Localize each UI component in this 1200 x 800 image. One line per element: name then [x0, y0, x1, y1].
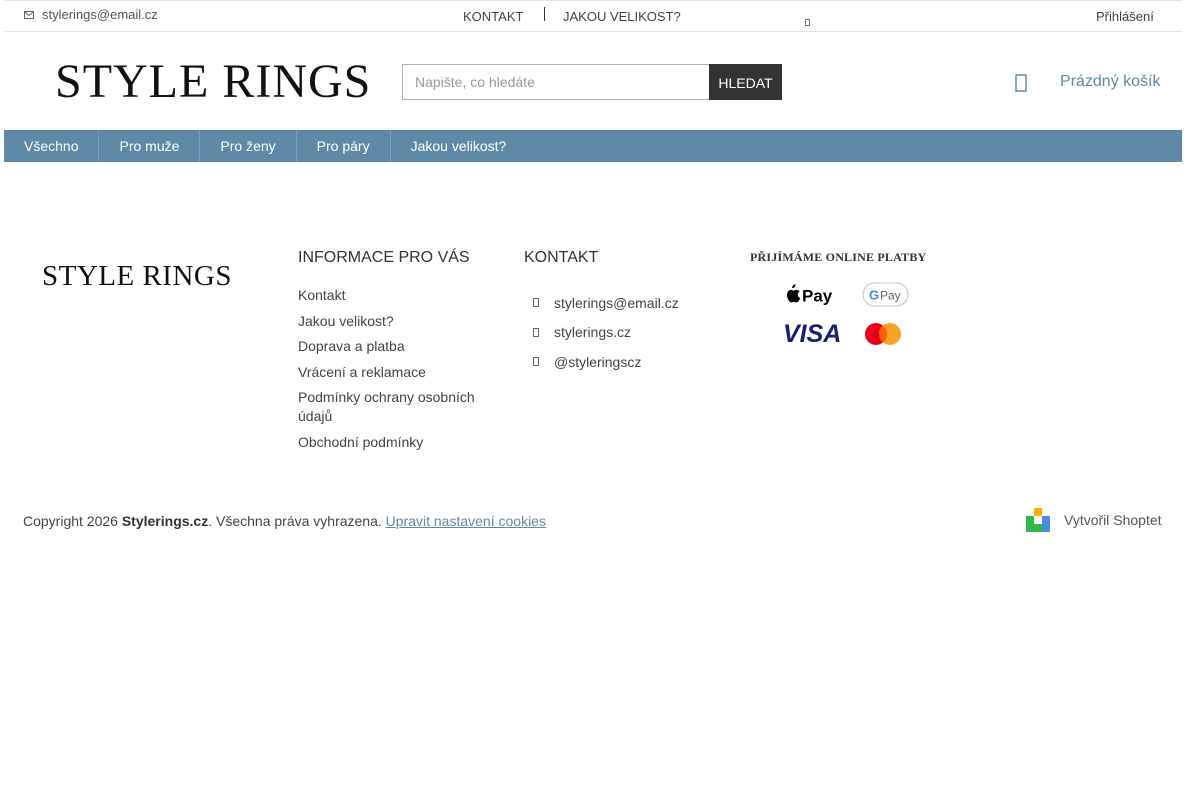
visa-logo: VISA — [783, 320, 841, 348]
topbar-contact-link[interactable]: KONTAKT — [463, 9, 523, 24]
apple-pay-text: Pay — [802, 287, 833, 306]
site-logo[interactable]: STYLE RINGS — [55, 58, 371, 106]
copyright: Copyright 2026 Stylerings.cz. Všechna pr… — [23, 513, 546, 529]
footer-link-terms[interactable]: Obchodní podmínky — [298, 433, 488, 452]
instagram-icon — [530, 356, 542, 368]
nav-item-all[interactable]: Všechno — [4, 130, 100, 162]
footer-contact-web[interactable]: stylerings.cz — [530, 318, 679, 348]
footer-contact-list: stylerings@email.cz stylerings.cz @style… — [530, 288, 679, 377]
footer-contact-instagram[interactable]: @styleringscz — [530, 347, 679, 377]
copyright-prefix: Copyright 2026 — [23, 513, 122, 529]
shoptet-logo-icon — [1026, 508, 1050, 532]
nav-item-men[interactable]: Pro muže — [99, 130, 201, 162]
login-link[interactable]: Přihlášení — [1096, 9, 1154, 24]
cart-link[interactable]: Prázdný košík — [1060, 73, 1160, 91]
envelope-icon — [24, 9, 34, 21]
apple-pay-logo: Pay — [786, 284, 833, 306]
footer-contact-email[interactable]: stylerings@email.cz — [530, 288, 679, 318]
globe-icon — [530, 326, 542, 338]
topbar-email-text: stylerings@email.cz — [42, 7, 158, 22]
footer-info-title: INFORMACE PRO VÁS — [298, 249, 470, 266]
copyright-brand: Stylerings.cz — [121, 513, 209, 529]
cart-icon[interactable] — [1015, 74, 1027, 92]
footer-logo[interactable]: STYLE RINGS — [42, 260, 232, 293]
nav-item-size[interactable]: Jakou velikost? — [391, 130, 527, 162]
payment-logos: Pay G Pay VISA — [780, 280, 915, 350]
language-chevron-icon[interactable] — [805, 13, 810, 26]
shoptet-credit[interactable]: Vytvořil Shoptet — [1026, 508, 1162, 532]
footer-link-size[interactable]: Jakou velikost? — [298, 312, 488, 331]
nav-item-couples[interactable]: Pro páry — [297, 130, 391, 162]
footer-contact-email-text: stylerings@email.cz — [554, 294, 679, 311]
payments-title: PŘIJÍMÁME ONLINE PLATBY — [750, 250, 927, 264]
topbar-size-link[interactable]: JAKOU VELIKOST? — [563, 9, 681, 24]
search-button[interactable]: HLEDAT — [709, 64, 782, 100]
footer-link-privacy[interactable]: Podmínky ochrany osobních údajů — [298, 388, 488, 426]
top-bar: stylerings@email.cz KONTAKT JAKOU VELIKO… — [4, 0, 1182, 32]
footer-link-returns[interactable]: Vrácení a reklamace — [298, 363, 488, 382]
search-input[interactable] — [402, 64, 709, 100]
cookie-settings-link[interactable]: Upravit nastavení cookies — [386, 513, 546, 529]
apple-icon — [786, 284, 801, 303]
google-pay-logo: G Pay — [862, 282, 909, 307]
footer-info-links: Kontakt Jakou velikost? Doprava a platba… — [298, 286, 488, 458]
footer-contact-title: KONTAKT — [524, 249, 599, 266]
copyright-suffix: . Všechna práva vyhrazena. — [208, 513, 386, 529]
topbar-separator — [544, 7, 545, 21]
gpay-g: G — [869, 288, 879, 303]
footer-link-contact[interactable]: Kontakt — [298, 286, 488, 305]
mastercard-logo — [865, 323, 901, 345]
envelope-icon — [530, 297, 542, 309]
search-form: HLEDAT — [402, 64, 782, 100]
footer-contact-instagram-text: @styleringscz — [554, 353, 642, 370]
topbar-email[interactable]: stylerings@email.cz — [24, 7, 158, 22]
gpay-pay: Pay — [880, 289, 901, 303]
footer-link-shipping[interactable]: Doprava a platba — [298, 337, 488, 356]
shoptet-credit-text: Vytvořil Shoptet — [1064, 512, 1162, 528]
main-navigation: Všechno Pro muže Pro ženy Pro páry Jakou… — [4, 130, 1182, 162]
footer-contact-web-text: stylerings.cz — [554, 324, 632, 341]
nav-item-women[interactable]: Pro ženy — [200, 130, 297, 162]
